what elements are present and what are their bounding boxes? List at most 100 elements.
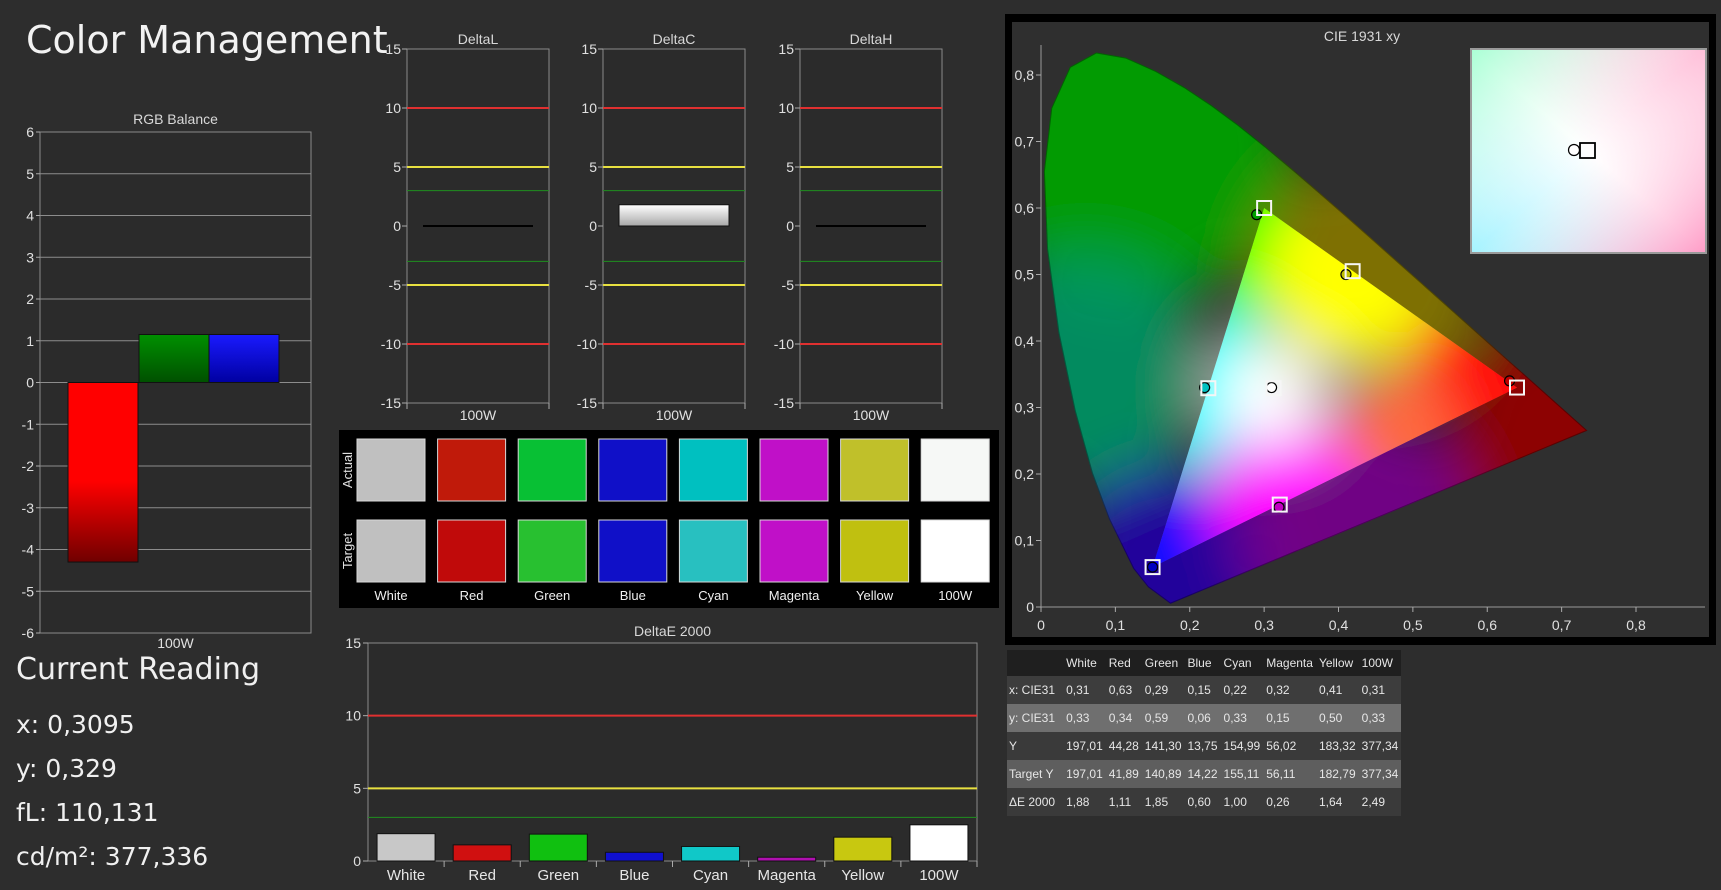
de-x-label: Blue [619,867,649,884]
table-cell: 0,26 [1263,788,1316,816]
swatch-actual [840,438,910,502]
de-bar [833,836,893,862]
table-column-header: Red [1105,650,1142,676]
rgb-chart-title: RGB Balance [133,111,218,127]
table-cell: 41,89 [1105,760,1142,788]
cie-1931-chart: CIE 1931 xy 0 0,1 0,2 0,3 0,4 0,5 0,6 0,7 0,8 0 0,1… [1005,14,1716,645]
cie-x-tick-label: 0,5 [1403,617,1423,633]
rgb-y-tick-label: -2 [22,458,35,474]
cie-measured-point [1146,561,1159,573]
table-row-label: y: CIE31 [1007,704,1064,732]
table-cell: 197,01 [1063,760,1106,788]
table-cell: 0,22 [1220,676,1264,704]
table-cell: 0,34 [1105,704,1142,732]
rgb-balance-chart: RGB Balance 6 5 4 3 2 1 0 -1 -2 -3 -4 -5 -6 100W [22,111,312,651]
swatch-actual [598,438,668,502]
cie-x-tick-label: 0,3 [1254,617,1274,633]
swatch-target [920,519,990,583]
rgb-y-tick-label: 4 [26,208,34,224]
cie-inset-overlay [1470,48,1707,254]
swatch-target [678,519,748,583]
delta-y-tick-label: 10 [581,100,597,116]
table-cell: 0,15 [1263,704,1316,732]
rgb-y-tick-label: -5 [22,583,35,599]
cie-y-tick-label: 0,4 [1015,333,1035,349]
cie-y-tick-label: 0,7 [1015,134,1035,150]
swatch-target [517,519,587,583]
delta-chart-title: DeltaL [458,31,499,47]
de-bar [604,851,664,862]
swatch-target [759,519,829,583]
swatch-target [356,519,426,583]
rgb-x-label: 100W [157,635,194,651]
delta-y-tick-label: -5 [389,277,402,293]
swatch-label: Cyan [698,588,728,603]
table-cell: 0,60 [1184,788,1221,816]
table-column-header: Magenta [1263,650,1316,676]
table-column-header: Green [1141,650,1185,676]
table-cell: 141,30 [1141,732,1185,760]
table-cell: 0,33 [1063,704,1106,732]
delta-y-tick-label: 0 [786,218,794,234]
delta-chart-delta_h: DeltaH 15 10 5 0 -5 -10 -15 100W [774,31,943,423]
table-cell: 0,41 [1315,676,1359,704]
reading-x: x: 0,3095 [16,710,135,739]
cie-y-tick-label: 0 [1026,599,1034,615]
cie-x-tick-label: 0,2 [1180,617,1200,633]
delta-y-tick-label: 15 [385,41,401,57]
rgb-y-tick-label: 3 [26,249,34,265]
table-cell: 1,88 [1063,788,1106,816]
delta-y-tick-label: 15 [581,41,597,57]
cie-inset-measured-point [1567,143,1581,157]
swatch-target [437,519,507,583]
table-cell: 377,34 [1358,732,1402,760]
table-row: x: CIE31 0,31 0,63 0,29 0,15 0,22 0,32 0,41 0,31 [1007,676,1402,704]
de-x-label: Magenta [758,867,817,884]
swatch-row-label-target: Target [340,533,355,570]
de-y-tick-label: 0 [353,853,361,869]
de-y-tick-label: 5 [353,780,361,796]
de-bar [909,824,969,862]
rgb-y-tick-label: 5 [26,166,34,182]
cie-y-tick-label: 0,5 [1015,267,1035,283]
cie-y-tick-label: 0,3 [1015,400,1035,416]
color-swatches: Actual Target White Red Green Blue Cyan Magenta… [339,430,999,608]
cie-x-tick-label: 0,4 [1329,617,1349,633]
table-cell: 377,34 [1358,760,1402,788]
de-x-label: Red [468,867,496,884]
swatch-label: 100W [938,588,973,603]
rgb-y-tick-label: 6 [26,124,34,140]
delta-x-label: 100W [460,407,497,423]
table-cell: 14,22 [1184,760,1221,788]
current-reading-title: Current Reading [16,652,260,687]
table-cell: 1,00 [1220,788,1264,816]
delta-chart-title: DeltaH [850,31,893,47]
reading-y: y: 0,329 [16,754,117,783]
reading-cdm2: cd/m²: 377,336 [16,842,209,871]
table-cell: 1,85 [1141,788,1185,816]
rgb-y-tick-label: -1 [22,416,35,432]
delta-x-label: 100W [656,407,693,423]
de-bar [681,845,741,862]
delta-y-tick-label: -15 [577,395,597,411]
table-row: ΔE 2000 1,88 1,11 1,85 0,60 1,00 0,26 1,64 2,49 [1007,788,1402,816]
swatch-row-label-actual: Actual [340,452,355,488]
de-y-tick-label: 10 [345,708,361,724]
swatch-target [840,519,910,583]
table-column-header: Cyan [1220,650,1264,676]
delta-y-tick-label: -5 [782,277,795,293]
swatch-actual [437,438,507,502]
de-x-label: Green [537,867,579,884]
delta-chart-delta_l: DeltaL 15 10 5 0 -5 -10 -15 100W [381,31,550,423]
delta-y-tick-label: 0 [393,218,401,234]
delta-chart-title: DeltaC [653,31,696,47]
cie-y-tick-label: 0,2 [1015,466,1035,482]
delta-y-tick-label: 5 [393,159,401,175]
table-cell: 1,11 [1105,788,1142,816]
delta-y-tick-label: 5 [589,159,597,175]
delta-y-tick-label: -10 [577,336,597,352]
rgb-y-tick-label: 0 [26,375,34,391]
swatch-label: Blue [620,588,646,603]
delta-y-tick-label: 10 [385,100,401,116]
table-header-row: White Red Green Blue Cyan Magenta Yellow 100W [1007,650,1402,676]
